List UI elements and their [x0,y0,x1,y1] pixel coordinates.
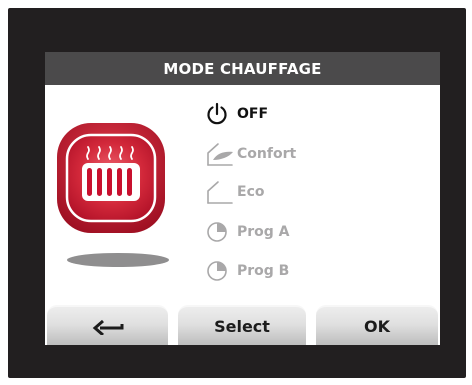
menu-item-label: Prog B [237,263,290,279]
select-button-label: Select [214,316,270,336]
menu-item-label: Confort [237,146,297,162]
menu-item-label: Eco [237,184,265,200]
menu-item-prog-a[interactable]: Prog A [205,219,290,245]
ok-button[interactable]: OK [316,305,438,345]
radiator-heating-icon [57,123,165,233]
comfort-feather-icon [205,141,235,167]
select-button[interactable]: Select [178,305,306,345]
prog-clock-icon [205,219,235,245]
device-shadow [67,253,169,267]
menu-item-label: Prog A [237,224,290,240]
display-screen: MODE CHAUFFAGE OFF Confort Eco Prog A Pr… [45,52,440,345]
menu-item-off[interactable]: OFF [205,101,268,127]
eco-moon-icon [205,179,235,205]
back-button[interactable] [47,305,168,345]
power-icon [205,101,235,127]
menu-item-confort[interactable]: Confort [205,141,296,167]
screen-title: MODE CHAUFFAGE [163,59,322,78]
menu-item-prog-b[interactable]: Prog B [205,258,289,284]
title-bar: MODE CHAUFFAGE [45,52,440,85]
ok-button-label: OK [364,316,390,336]
prog-clock-icon [205,258,235,284]
menu-item-label: OFF [237,106,269,122]
menu-item-eco[interactable]: Eco [205,179,264,205]
back-arrow-icon [92,319,123,335]
softkey-bar: Select OK [45,305,440,345]
